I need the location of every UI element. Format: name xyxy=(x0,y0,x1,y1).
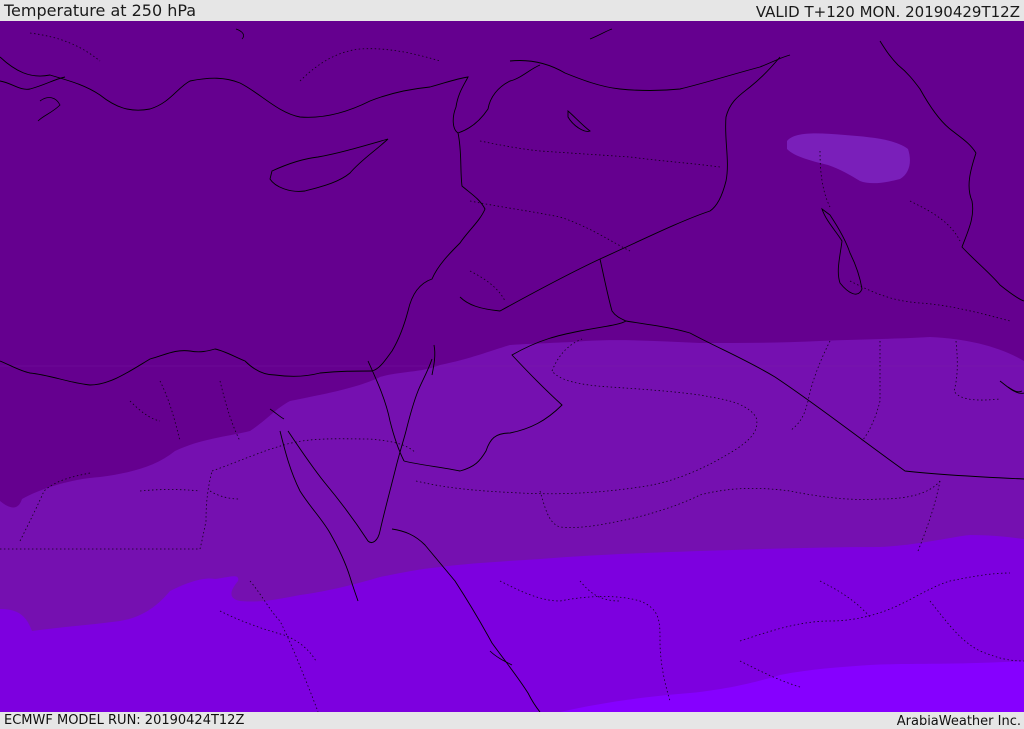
brand-label: ArabiaWeather Inc. xyxy=(896,714,1021,729)
valid-time: VALID T+120 MON. 20190429T12Z xyxy=(755,3,1020,21)
temperature-map xyxy=(0,21,1024,712)
map-canvas[interactable] xyxy=(0,21,1024,712)
footer-bar: ECMWF MODEL RUN: 20190424T12Z ArabiaWeat… xyxy=(0,712,1024,729)
map-title: Temperature at 250 hPa xyxy=(4,1,197,20)
model-run-label: ECMWF MODEL RUN: 20190424T12Z xyxy=(4,713,245,728)
header-bar: Temperature at 250 hPa VALID T+120 MON. … xyxy=(0,0,1024,21)
